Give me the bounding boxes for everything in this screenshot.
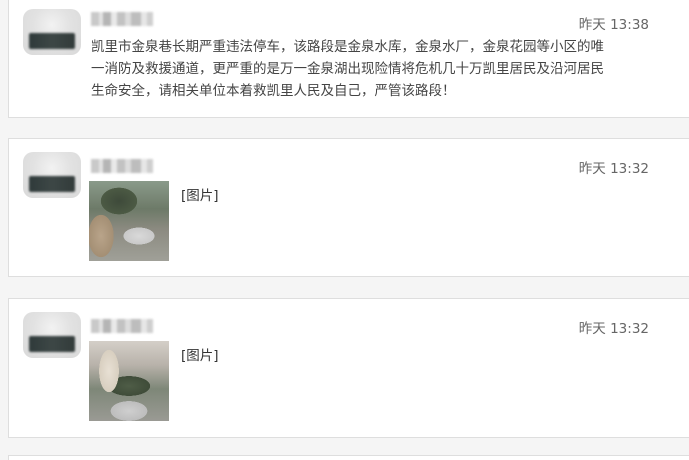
username-blurred[interactable] — [91, 12, 153, 26]
comment-timestamp: 昨天 13:38 — [578, 17, 649, 33]
avatar[interactable] — [23, 312, 81, 358]
comment-card: 昨天 13:32 [图片] — [8, 298, 689, 438]
photo-thumbnail[interactable] — [89, 181, 169, 261]
image-placeholder-label: [图片] — [181, 188, 219, 204]
comment-card: 昨天 13:38 凯里市金泉巷长期严重违法停车，该路段是金泉水库，金泉水厂，金泉… — [8, 0, 689, 118]
comment-card-partial — [8, 455, 689, 460]
comment-text: 凯里市金泉巷长期严重违法停车，该路段是金泉水库，金泉水厂，金泉花园等小区的唯一消… — [91, 39, 604, 99]
comment-card: 昨天 13:32 [图片] — [8, 138, 689, 277]
image-placeholder-label: [图片] — [181, 348, 219, 364]
avatar[interactable] — [23, 9, 81, 55]
photo-thumbnail[interactable] — [89, 341, 169, 421]
username-blurred[interactable] — [91, 319, 153, 333]
avatar[interactable] — [23, 152, 81, 198]
comment-feed: 昨天 13:38 凯里市金泉巷长期严重违法停车，该路段是金泉水库，金泉水厂，金泉… — [0, 0, 689, 460]
comment-timestamp: 昨天 13:32 — [578, 161, 649, 177]
username-blurred[interactable] — [91, 159, 153, 173]
comment-timestamp: 昨天 13:32 — [578, 321, 649, 337]
